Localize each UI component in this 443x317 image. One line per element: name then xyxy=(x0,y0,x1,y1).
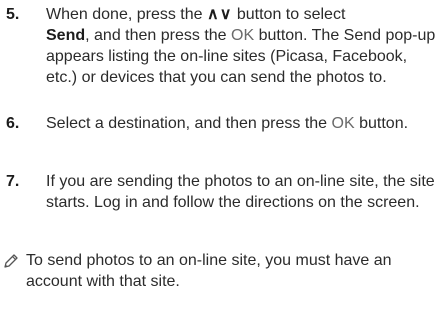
step-text-part: , and then press the xyxy=(85,27,231,44)
note-text: To send photos to an on-line site, you m… xyxy=(26,252,392,290)
step-text: If you are sending the photos to an on-l… xyxy=(46,173,435,211)
step-text-part: When done, press the xyxy=(46,6,203,23)
manual-page: 5. When done, press the ∧∨ button to sel… xyxy=(0,0,443,317)
step-text-part: Select a destination, and then press the xyxy=(46,115,332,132)
ok-button-label: OK xyxy=(231,27,255,44)
step-number: 7. xyxy=(6,173,20,190)
send-label: Send xyxy=(46,27,86,44)
up-down-button-icon: ∧∨ xyxy=(207,6,233,23)
ok-button-label: OK xyxy=(331,115,355,132)
note-pencil-icon xyxy=(2,252,20,270)
step-text-part: button to select xyxy=(232,6,346,23)
step-number: 5. xyxy=(6,6,20,23)
step-text: When done, press the ∧∨ button to select… xyxy=(46,4,438,88)
step-text: Select a destination, and then press the… xyxy=(46,113,438,134)
step-number: 6. xyxy=(6,115,20,132)
step-text-part: button. xyxy=(354,115,409,132)
